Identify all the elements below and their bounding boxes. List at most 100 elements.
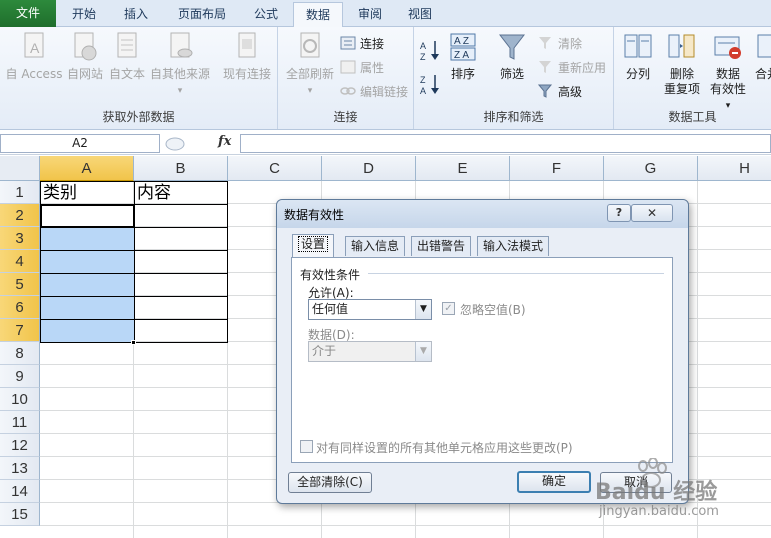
edit-links-button[interactable]: 编辑链接 (340, 83, 408, 101)
connections-icon (340, 36, 356, 50)
filter-funnel-icon (498, 34, 526, 60)
dialog-titlebar[interactable]: 数据有效性 ? ✕ (277, 200, 688, 228)
from-text-button[interactable]: 自文本 (106, 31, 148, 82)
text-to-columns-button[interactable]: 分列 (618, 31, 658, 82)
formula-bar: A2 fx (0, 131, 771, 155)
tab-data[interactable]: 数据 (293, 2, 343, 28)
from-access-button[interactable]: A 自 Access (4, 31, 64, 82)
ignore-blank-checkbox[interactable]: ✓ (442, 302, 455, 315)
tab-home[interactable]: 开始 (62, 2, 106, 27)
name-box[interactable]: A2 (0, 134, 160, 153)
column-header-d[interactable]: D (322, 156, 416, 181)
cell-b5[interactable] (134, 273, 228, 297)
formula-input[interactable] (240, 134, 771, 153)
tab-input-message[interactable]: 输入信息 (345, 236, 406, 256)
group-data-tools: 分列 删除重复项 数据有效性 ▾ 合并 数据工具 (614, 27, 771, 129)
group-label-connections: 连接 (333, 110, 358, 124)
cell-b4[interactable] (134, 250, 228, 274)
advanced-filter-icon (538, 84, 553, 98)
web-icon (74, 32, 97, 61)
cell-a5[interactable] (40, 273, 135, 297)
refresh-all-button[interactable]: 全部刷新 ▾ (284, 31, 336, 99)
from-web-button[interactable]: 自网站 (64, 31, 106, 82)
cell-a3[interactable] (40, 227, 135, 251)
column-header-c[interactable]: C (228, 156, 322, 181)
row-header-8[interactable]: 8 (0, 342, 40, 365)
row-header-2[interactable]: 2 (0, 204, 40, 227)
clear-all-button[interactable]: 全部清除(C) (288, 472, 372, 493)
tab-review[interactable]: 审阅 (348, 2, 392, 27)
svg-text:A: A (30, 40, 40, 56)
group-get-external-data: A 自 Access 自网站 自文本 自其他来源 ▾ 现有连接 获取外部数据 (0, 27, 278, 129)
row-header-12[interactable]: 12 (0, 434, 40, 457)
row-header-10[interactable]: 10 (0, 388, 40, 411)
sort-descending-icon[interactable]: ZA (420, 73, 442, 95)
cell-a7[interactable] (40, 319, 135, 343)
column-header-f[interactable]: F (510, 156, 604, 181)
connections-button[interactable]: 连接 (340, 35, 384, 53)
link-icon (340, 87, 356, 95)
cell-a2-active[interactable] (40, 204, 135, 228)
select-all-corner[interactable] (0, 156, 40, 181)
cell-b7[interactable] (134, 319, 228, 343)
row-header-4[interactable]: 4 (0, 250, 40, 273)
sort-button[interactable]: A ZZ A 排序 (446, 31, 480, 82)
tab-ime-mode[interactable]: 输入法模式 (477, 236, 550, 256)
existing-connections-button[interactable]: 现有连接 (218, 31, 276, 82)
tab-formulas[interactable]: 公式 (244, 2, 288, 27)
chevron-down-icon[interactable]: ▼ (415, 342, 431, 361)
cell-b1[interactable]: 内容 (134, 181, 228, 205)
tab-page-layout[interactable]: 页面布局 (168, 2, 236, 27)
row-header-5[interactable]: 5 (0, 273, 40, 296)
remove-duplicates-icon (668, 34, 695, 58)
close-button[interactable]: ✕ (631, 204, 673, 222)
remove-duplicates-button[interactable]: 删除 重复项 (658, 31, 706, 97)
column-header-g[interactable]: G (604, 156, 698, 181)
sort-ascending-icon[interactable]: AZ (420, 39, 442, 61)
advanced-filter-button[interactable]: 高级 (538, 83, 582, 101)
tab-insert[interactable]: 插入 (114, 2, 158, 27)
row-header-6[interactable]: 6 (0, 296, 40, 319)
row-header-9[interactable]: 9 (0, 365, 40, 388)
apply-to-all-checkbox[interactable] (300, 440, 313, 453)
ok-button[interactable]: 确定 (517, 471, 591, 493)
row-header-1[interactable]: 1 (0, 181, 40, 204)
settings-panel: 有效性条件 允许(A): 任何值 ▼ ✓ 忽略空值(B) 数据(D): 介于 ▼… (291, 257, 673, 463)
fill-handle[interactable] (131, 340, 136, 345)
dialog-title: 数据有效性 (284, 208, 345, 222)
row-header-3[interactable]: 3 (0, 227, 40, 250)
allow-select[interactable]: 任何值 ▼ (308, 299, 432, 320)
group-label-sort-filter: 排序和筛选 (483, 110, 544, 124)
cell-a6[interactable] (40, 296, 135, 320)
cell-b3[interactable] (134, 227, 228, 251)
reapply-button[interactable]: 重新应用 (538, 59, 606, 77)
cell-b2[interactable] (134, 204, 228, 228)
tab-view[interactable]: 视图 (398, 2, 442, 27)
consolidate-button[interactable]: 合并 (752, 31, 771, 82)
tab-file[interactable]: 文件 (0, 0, 56, 27)
filter-button[interactable]: 筛选 (494, 31, 530, 82)
row-header-15[interactable]: 15 (0, 503, 40, 526)
row-header-7[interactable]: 7 (0, 319, 40, 342)
column-header-e[interactable]: E (416, 156, 510, 181)
tab-settings[interactable]: 设置 (292, 234, 335, 257)
insert-function-icon[interactable]: fx (218, 134, 231, 149)
chevron-down-icon[interactable]: ▼ (415, 300, 431, 319)
access-icon: A (24, 32, 44, 58)
properties-button[interactable]: 属性 (340, 59, 384, 77)
column-header-h[interactable]: H (698, 156, 771, 181)
help-button[interactable]: ? (607, 204, 631, 222)
tab-error-alert[interactable]: 出错警告 (411, 236, 472, 256)
row-header-14[interactable]: 14 (0, 480, 40, 503)
data-validation-button[interactable]: 数据 有效性 ▾ (706, 31, 750, 114)
text-to-columns-icon (624, 34, 652, 58)
from-other-sources-button[interactable]: 自其他来源 ▾ (148, 31, 212, 99)
cell-a4[interactable] (40, 250, 135, 274)
cell-b6[interactable] (134, 296, 228, 320)
namebox-dropdown-icon[interactable] (164, 136, 186, 152)
row-header-13[interactable]: 13 (0, 457, 40, 480)
cell-a1[interactable]: 类别 (40, 181, 135, 205)
row-header-11[interactable]: 11 (0, 411, 40, 434)
clear-filter-button[interactable]: 清除 (538, 35, 582, 53)
data-operator-select[interactable]: 介于 ▼ (308, 341, 432, 362)
